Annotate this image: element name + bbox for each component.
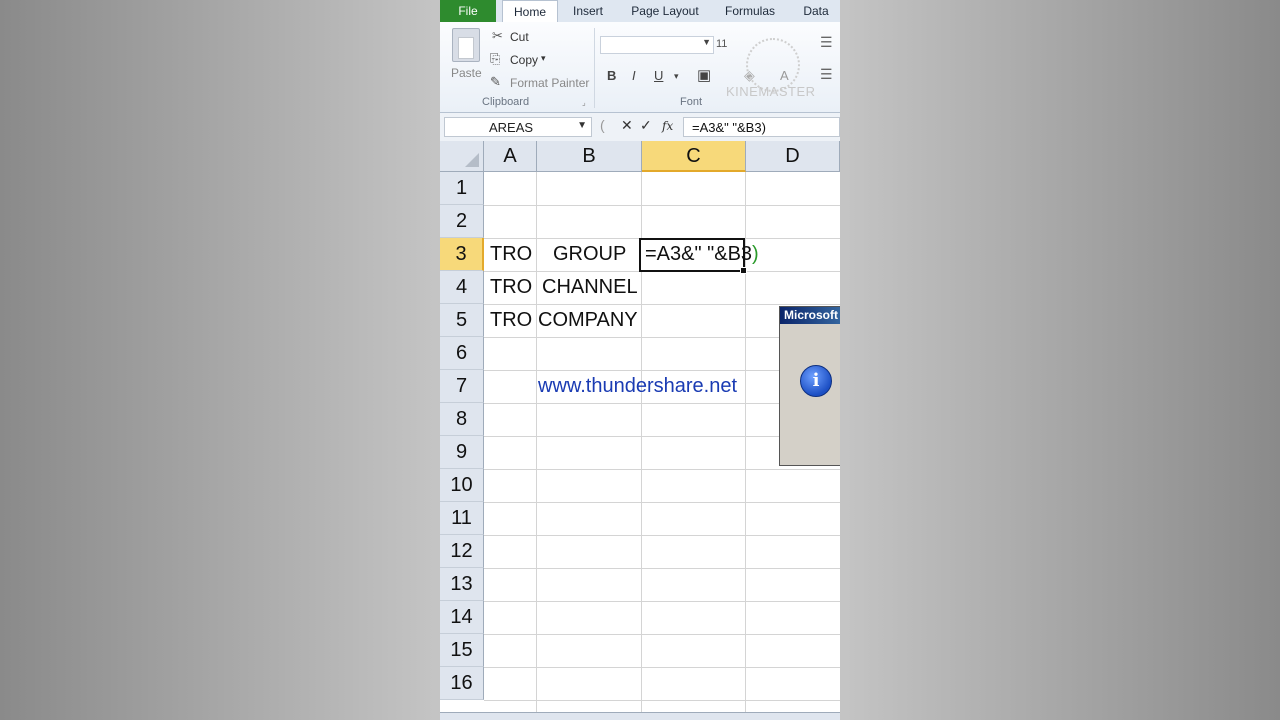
info-icon: i (800, 365, 832, 397)
font-group-label: Font (680, 96, 703, 108)
chevron-down-icon[interactable]: ▼ (577, 120, 587, 131)
format-painter-button[interactable]: Format Painter (510, 76, 589, 90)
insert-function-button[interactable]: fx (662, 119, 673, 133)
clipboard-launcher-icon[interactable]: ⌟ (582, 98, 586, 107)
gridline (484, 667, 840, 668)
gridline (484, 469, 840, 470)
ribbon-tabs: File Home Insert Page Layout Formulas Da… (440, 0, 840, 23)
cell-b7-link[interactable]: www.thundershare.net (538, 370, 737, 403)
gridline (484, 535, 840, 536)
row-header-13[interactable]: 13 (440, 568, 484, 601)
sheet-tabs-bar[interactable] (440, 712, 840, 720)
align-top-icon[interactable]: ☰ (820, 34, 833, 51)
copy-dropdown-icon[interactable]: ▾ (541, 53, 546, 64)
formula-text: =A3&" "&B3) (692, 120, 766, 135)
gridline (484, 634, 840, 635)
format-painter-icon[interactable]: ✎ (490, 74, 501, 90)
tab-formulas[interactable]: Formulas (720, 0, 780, 22)
gridline (484, 601, 840, 602)
message-dialog: Microsoft i (779, 306, 840, 466)
formula-input[interactable]: =A3&" "&B3) (683, 117, 840, 137)
copy-button[interactable]: Copy (510, 53, 538, 67)
dialog-title: Microsoft (780, 307, 840, 324)
row-header-1[interactable]: 1 (440, 172, 484, 205)
row-header-8[interactable]: 8 (440, 403, 484, 436)
formula-bar: AREAS ▼ ( ✕ ✓ fx =A3&" "&B3) (440, 113, 840, 142)
tab-page-layout[interactable]: Page Layout (625, 0, 705, 22)
formula-bar-grip-icon: ( (600, 117, 605, 133)
cell-a4[interactable]: TRO (490, 271, 532, 304)
gridline (484, 502, 840, 503)
gridline (484, 568, 840, 569)
enter-check-icon[interactable]: ✓ (640, 117, 652, 134)
gridline (484, 700, 840, 701)
column-header-a[interactable]: A (484, 141, 537, 172)
font-name-select[interactable]: ▼ (600, 36, 714, 54)
paste-icon[interactable] (452, 28, 480, 62)
row-header-15[interactable]: 15 (440, 634, 484, 667)
row-header-10[interactable]: 10 (440, 469, 484, 502)
row-header-9[interactable]: 9 (440, 436, 484, 469)
cell-b4[interactable]: CHANNEL (542, 271, 638, 304)
font-size-select[interactable]: 11 (716, 38, 727, 50)
chevron-down-icon: ▼ (702, 37, 711, 47)
row-header-6[interactable]: 6 (440, 337, 484, 370)
name-box-value: AREAS (489, 120, 534, 135)
row-header-14[interactable]: 14 (440, 601, 484, 634)
underline-dropdown-icon[interactable]: ▾ (674, 71, 679, 82)
cell-edit-text: =A3&" "&B3) (645, 238, 759, 271)
tab-insert[interactable]: Insert (564, 0, 612, 22)
bold-button[interactable]: B (607, 68, 616, 83)
gridline (484, 205, 840, 206)
borders-icon[interactable]: ▣ (697, 66, 711, 84)
italic-button[interactable]: I (632, 68, 636, 83)
column-header-c[interactable]: C (642, 141, 746, 172)
column-header-b[interactable]: B (537, 141, 642, 172)
paste-button[interactable]: Paste (451, 66, 482, 80)
row-header-12[interactable]: 12 (440, 535, 484, 568)
cell-b3[interactable]: GROUP (553, 238, 626, 271)
align-left-icon[interactable]: ☰ (820, 66, 833, 83)
ribbon-separator (594, 28, 595, 108)
row-header-2[interactable]: 2 (440, 205, 484, 238)
row-header-5[interactable]: 5 (440, 304, 484, 337)
cut-button[interactable]: Cut (510, 30, 529, 44)
cell-a3[interactable]: TRO (490, 238, 532, 271)
clipboard-group-label: Clipboard (482, 96, 530, 108)
row-header-4[interactable]: 4 (440, 271, 484, 304)
cell-b5[interactable]: COMPANY (538, 304, 638, 337)
column-header-d[interactable]: D (746, 141, 840, 172)
ribbon-home: Paste ✂ Cut ⎘ Copy ▾ ✎ Format Painter Cl… (440, 22, 840, 113)
tab-data[interactable]: Data (796, 0, 836, 22)
excel-window: File Home Insert Page Layout Formulas Da… (440, 0, 840, 720)
underline-button[interactable]: U (654, 68, 663, 83)
row-header-3[interactable]: 3 (440, 238, 484, 271)
select-all-button[interactable] (440, 141, 484, 172)
gridline (536, 172, 537, 720)
row-header-7[interactable]: 7 (440, 370, 484, 403)
row-header-11[interactable]: 11 (440, 502, 484, 535)
cancel-icon[interactable]: ✕ (621, 117, 633, 134)
name-box[interactable]: AREAS ▼ (444, 117, 592, 137)
tab-file[interactable]: File (440, 0, 496, 22)
cell-edit-formula: =A3&" "&B3 (645, 243, 753, 265)
cell-edit-paren: ) (752, 243, 759, 265)
tab-home[interactable]: Home (502, 0, 558, 23)
cut-icon[interactable]: ✂ (492, 28, 503, 44)
row-header-16[interactable]: 16 (440, 667, 484, 700)
cell-a5[interactable]: TRO (490, 304, 532, 337)
copy-icon[interactable]: ⎘ (490, 51, 500, 67)
watermark-text: KINEMASTER (726, 84, 816, 99)
